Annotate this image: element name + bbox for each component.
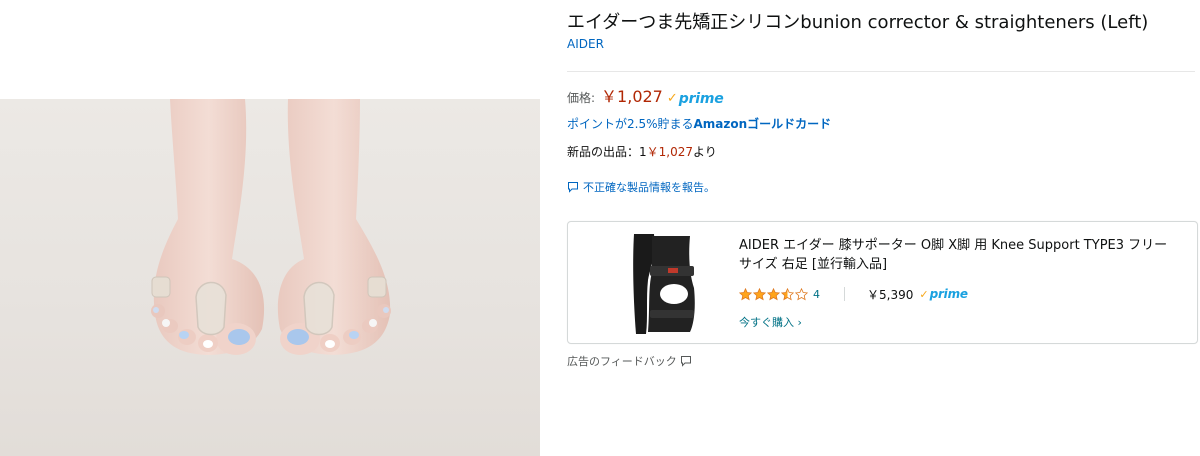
price-row: 価格: ￥1,027 ✓ prime <box>567 83 724 107</box>
speech-bubble-icon <box>568 182 578 193</box>
price-value: ￥1,027 <box>601 87 663 106</box>
ad-meta-row: 4 ￥5,390 ✓ prime <box>739 285 968 303</box>
report-info-link[interactable]: 不正確な製品情報を報告。 <box>567 179 715 195</box>
new-offers-price: ￥1,027 <box>646 145 693 159</box>
prime-label: prime <box>929 287 968 301</box>
report-link-label: 不正確な製品情報を報告。 <box>583 181 715 194</box>
ad-product-title[interactable]: AIDER エイダー 膝サポーター O脚 X脚 用 Knee Support T… <box>739 236 1179 274</box>
points-prefix: ポイントが2.5%貯まる <box>567 117 694 131</box>
product-image[interactable] <box>0 99 540 456</box>
prime-check-icon: ✓ <box>919 287 929 301</box>
ad-prime-badge: ✓ prime <box>919 287 968 301</box>
star-full-icon <box>739 287 752 300</box>
star-full-icon <box>753 287 766 300</box>
points-card-name: Amazonゴールドカード <box>693 117 832 131</box>
star-full-icon <box>767 287 780 300</box>
prime-check-icon: ✓ <box>666 91 678 106</box>
new-offers-link[interactable]: 新品の出品：1￥1,027より <box>567 143 717 160</box>
ad-feedback-link[interactable]: 広告のフィードバック <box>567 353 692 369</box>
prime-badge[interactable]: ✓ prime <box>667 91 724 107</box>
shop-now-link[interactable]: 今すぐ購入 › <box>739 314 802 330</box>
divider <box>567 71 1195 72</box>
points-card-link[interactable]: ポイントが2.5%貯まるAmazonゴールドカード <box>567 115 831 132</box>
rating-count[interactable]: 4 <box>813 288 820 301</box>
sponsored-ad-card[interactable]: AIDER エイダー 膝サポーター O脚 X脚 用 Knee Support T… <box>567 221 1198 344</box>
new-offers-suffix: より <box>693 145 717 159</box>
new-offers-prefix: 新品の出品：1 <box>567 145 647 159</box>
product-title: エイダーつま先矯正シリコンbunion corrector & straight… <box>567 12 1149 33</box>
ad-price: ￥5,390 <box>867 287 914 302</box>
star-rating[interactable] <box>739 287 809 301</box>
ad-feedback-label: 広告のフィードバック <box>567 355 677 368</box>
price-label: 価格: <box>567 91 596 105</box>
prime-label: prime <box>678 90 724 107</box>
feet-with-toe-separators-illustration <box>151 99 391 355</box>
star-half-icon <box>781 287 794 300</box>
knee-support-product-image[interactable] <box>624 228 704 338</box>
speech-bubble-icon <box>680 356 691 367</box>
star-empty-icon <box>795 287 808 300</box>
divider <box>844 287 845 301</box>
brand-link[interactable]: AIDER <box>567 37 604 51</box>
